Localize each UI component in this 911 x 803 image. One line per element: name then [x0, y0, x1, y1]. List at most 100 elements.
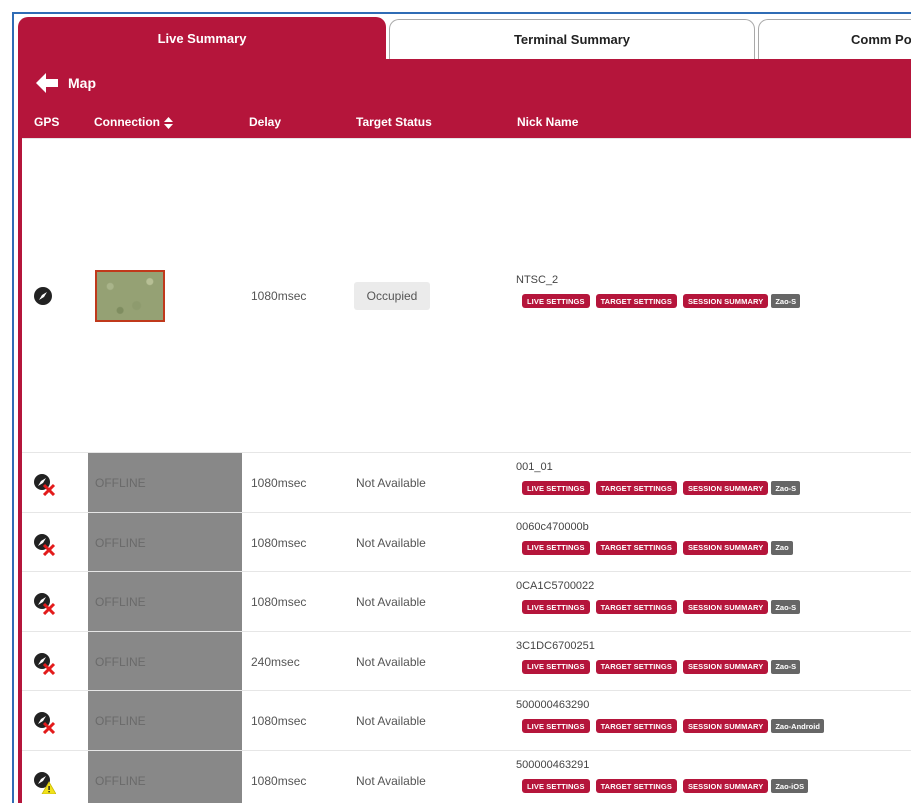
gps-off-icon: [32, 651, 56, 675]
connection-offline: OFFLINE: [88, 751, 242, 803]
device-type-badge: Zao-S: [771, 659, 801, 674]
row-actions: LIVE SETTINGS TARGET SETTINGS SESSION SUMM…: [522, 719, 824, 733]
column-connection-label: Connection: [94, 115, 160, 129]
session-summary-button[interactable]: SESSION SUMMARY: [682, 779, 769, 793]
nick-name: 0CA1C5700022: [516, 580, 595, 592]
table-header: GPS Connection Delay Target Status Nick …: [18, 107, 911, 137]
device-type-badge: Zao-S: [771, 481, 801, 495]
session-summary-button[interactable]: SESSION SUMMARY: [682, 659, 769, 674]
tab-terminal-summary[interactable]: Terminal Summary: [389, 19, 755, 59]
live-settings-button[interactable]: LIVE SETTINGS: [522, 540, 590, 555]
table-row[interactable]: OFFLINE 1080msec Not Available 0CA1C5700022…: [22, 571, 911, 632]
live-settings-button[interactable]: LIVE SETTINGS: [522, 481, 590, 495]
window-left-edge: [0, 12, 14, 803]
delay-value: 1080msec: [251, 535, 307, 550]
tab-comm-port-label: Comm Po: [851, 32, 911, 47]
delay-value: 1080msec: [251, 774, 307, 788]
table-row[interactable]: OFFLINE 1080msec Not Available 500000463291…: [22, 750, 911, 803]
session-summary-button[interactable]: SESSION SUMMARY: [682, 540, 769, 555]
tab-live-summary[interactable]: Live Summary: [18, 17, 386, 59]
connection-status-text: OFFLINE: [95, 714, 146, 728]
connection-offline: OFFLINE: [88, 453, 242, 513]
target-settings-button[interactable]: TARGET SETTINGS: [595, 540, 677, 555]
delay-value: 240msec: [251, 654, 300, 669]
table-row[interactable]: OFFLINE 240msec Not Available 3C1DC6700251 L…: [22, 631, 911, 691]
tab-comm-port[interactable]: Comm Po: [758, 19, 911, 59]
row-actions: LIVE SETTINGS TARGET SETTINGS SESSION SUMM…: [522, 600, 801, 614]
target-status-text: Not Available: [356, 714, 426, 728]
tab-bar: Live Summary Terminal Summary Comm Po: [18, 17, 911, 59]
back-button-label: Map: [68, 75, 96, 91]
connection-status-text: OFFLINE: [95, 595, 146, 609]
device-type-badge: Zao-iOS: [771, 779, 809, 793]
target-settings-button[interactable]: TARGET SETTINGS: [595, 719, 677, 733]
arrow-left-icon: [36, 73, 58, 93]
back-to-map-button[interactable]: Map: [36, 71, 96, 95]
target-status-text: Not Available: [356, 774, 426, 788]
column-delay: Delay: [249, 115, 282, 129]
delay-value: 1080msec: [251, 714, 307, 728]
sort-icon[interactable]: [164, 116, 173, 129]
gps-off-icon: [32, 591, 56, 616]
connection-status-text: OFFLINE: [95, 476, 146, 490]
row-actions: LIVE SETTINGS TARGET SETTINGS SESSION SUMM…: [522, 481, 801, 495]
target-status-badge: Occupied: [354, 282, 430, 310]
gps-off-icon: [32, 472, 56, 497]
connection-offline: OFFLINE: [88, 691, 242, 751]
target-settings-button[interactable]: TARGET SETTINGS: [595, 294, 677, 308]
connection-status-text: OFFLINE: [95, 654, 146, 669]
live-settings-button[interactable]: LIVE SETTINGS: [522, 294, 590, 308]
live-settings-button[interactable]: LIVE SETTINGS: [522, 600, 590, 614]
row-actions: LIVE SETTINGS TARGET SETTINGS SESSION SUMM…: [522, 779, 809, 793]
session-summary-button[interactable]: SESSION SUMMARY: [682, 481, 769, 495]
delay-value: 1080msec: [251, 476, 307, 490]
compass-icon: [32, 285, 54, 307]
row-actions: LIVE SETTINGS TARGET SETTINGS SESSION SUMM…: [522, 294, 801, 308]
session-summary-button[interactable]: SESSION SUMMARY: [682, 294, 769, 308]
device-type-badge: Zao-S: [771, 294, 801, 308]
column-connection[interactable]: Connection: [94, 115, 173, 129]
nick-name: 500000463291: [516, 759, 590, 771]
session-summary-button[interactable]: SESSION SUMMARY: [682, 719, 769, 733]
toolbar: Map: [18, 59, 911, 107]
target-settings-button[interactable]: TARGET SETTINGS: [595, 600, 677, 614]
connection-offline: OFFLINE: [88, 513, 242, 572]
window-border: [12, 12, 911, 14]
table-row[interactable]: OFFLINE 1080msec Not Available 0060c470000b…: [22, 512, 911, 572]
nick-name: NTSC_2: [516, 274, 559, 286]
live-settings-button[interactable]: LIVE SETTINGS: [522, 719, 590, 733]
gps-warning-icon: [32, 770, 57, 795]
target-settings-button[interactable]: TARGET SETTINGS: [595, 659, 677, 674]
table-row[interactable]: OFFLINE 1080msec Not Available 500000463290…: [22, 690, 911, 751]
target-settings-button[interactable]: TARGET SETTINGS: [595, 779, 677, 793]
live-settings-button[interactable]: LIVE SETTINGS: [522, 779, 590, 793]
device-type-badge: Zao-S: [771, 600, 801, 614]
table-row[interactable]: OFFLINE 1080msec Not Available 001_01 LIVE S…: [22, 452, 911, 513]
row-actions: LIVE SETTINGS TARGET SETTINGS SESSION SUMM…: [522, 540, 793, 555]
target-status-text: Not Available: [356, 476, 426, 490]
connection-status-text: OFFLINE: [95, 535, 146, 550]
target-status-text: Not Available: [356, 535, 426, 550]
session-summary-button[interactable]: SESSION SUMMARY: [682, 600, 769, 614]
nick-name: 0060c470000b: [516, 520, 589, 533]
live-video-thumbnail[interactable]: [95, 270, 165, 322]
column-nick-name: Nick Name: [517, 115, 579, 129]
device-type-badge: Zao-Android: [771, 719, 824, 733]
delay-value: 1080msec: [251, 289, 307, 303]
column-gps: GPS: [34, 115, 60, 129]
target-status-text: Not Available: [356, 595, 426, 609]
live-summary-panel: Map GPS Connection Delay Target Status N…: [18, 59, 911, 803]
target-settings-button[interactable]: TARGET SETTINGS: [595, 481, 677, 495]
gps-off-icon: [32, 710, 56, 735]
delay-value: 1080msec: [251, 595, 307, 609]
window-top: [0, 0, 911, 12]
nick-name: 001_01: [516, 461, 553, 473]
nick-name: 3C1DC6700251: [516, 639, 595, 652]
table-row[interactable]: 1080msec Occupied NTSC_2 LIVE SETTINGS TARGE…: [22, 138, 911, 452]
row-actions: LIVE SETTINGS TARGET SETTINGS SESSION SUMM…: [522, 659, 801, 674]
device-type-badge: Zao: [771, 540, 793, 555]
terminal-table: 1080msec Occupied NTSC_2 LIVE SETTINGS TARGE…: [22, 138, 911, 803]
live-settings-button[interactable]: LIVE SETTINGS: [522, 659, 590, 674]
connection-status-text: OFFLINE: [95, 774, 146, 788]
connection-offline: OFFLINE: [88, 632, 242, 691]
